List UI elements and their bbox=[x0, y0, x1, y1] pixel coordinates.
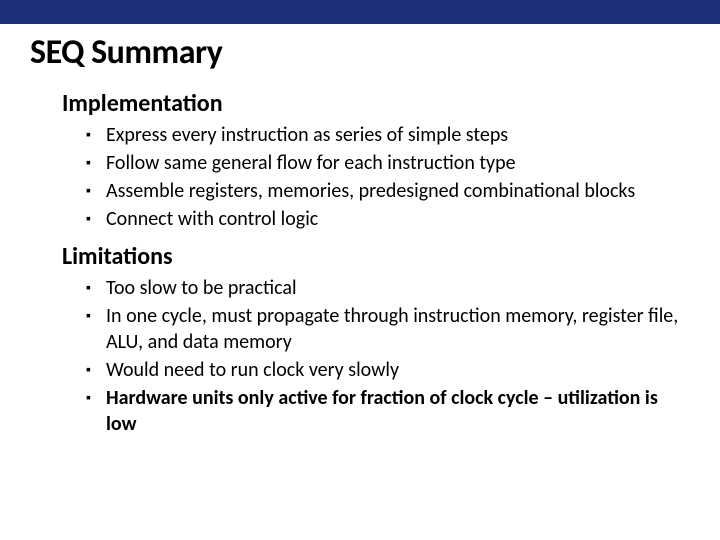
list-item: ▪ Hardware units only active for fractio… bbox=[86, 385, 690, 437]
list-item-text: Would need to run clock very slowly bbox=[106, 357, 399, 383]
header-bar bbox=[0, 0, 720, 24]
section-limitations: 𧨹 Limitations ▪ Too slow to be practical… bbox=[30, 242, 690, 437]
square-bullet-icon: ▪ bbox=[86, 178, 106, 204]
list-item: ▪ Too slow to be practical bbox=[86, 275, 690, 301]
square-bullet-icon: ▪ bbox=[86, 206, 106, 232]
square-bullet-icon: ▪ bbox=[86, 357, 106, 383]
list-item: ▪ Follow same general flow for each inst… bbox=[86, 150, 690, 176]
square-bullet-icon: ▪ bbox=[86, 122, 106, 148]
square-bullet-icon: ▪ bbox=[86, 303, 106, 329]
slide-body: SEQ Summary 𧨹 Implementation ▪ Express e… bbox=[0, 32, 720, 437]
slide-title: SEQ Summary bbox=[30, 32, 690, 73]
list-item: ▪ Express every instruction as series of… bbox=[86, 122, 690, 148]
list-item: ▪ Assemble registers, memories, predesig… bbox=[86, 178, 690, 204]
section-heading: Limitations bbox=[62, 242, 173, 271]
sub-list: ▪ Express every instruction as series of… bbox=[86, 122, 690, 232]
list-item-text: Too slow to be practical bbox=[106, 275, 297, 301]
list-item: ▪ Would need to run clock very slowly bbox=[86, 357, 690, 383]
section-implementation: 𧨹 Implementation ▪ Express every instruc… bbox=[30, 89, 690, 232]
outline-circle-icon: 𧨹 bbox=[30, 246, 62, 270]
section-heading-row: 𧨹 Implementation bbox=[30, 89, 690, 118]
section-heading-row: 𧨹 Limitations bbox=[30, 242, 690, 271]
section-heading: Implementation bbox=[62, 89, 223, 118]
list-item-text: Follow same general flow for each instru… bbox=[106, 150, 516, 176]
list-item-text: Connect with control logic bbox=[106, 206, 318, 232]
outline-circle-icon: 𧨹 bbox=[30, 93, 62, 117]
list-item-text: Hardware units only active for fraction … bbox=[106, 385, 690, 437]
list-item: ▪ Connect with control logic bbox=[86, 206, 690, 232]
square-bullet-icon: ▪ bbox=[86, 275, 106, 301]
square-bullet-icon: ▪ bbox=[86, 385, 106, 411]
list-item-text: Express every instruction as series of s… bbox=[106, 122, 508, 148]
list-item-text: In one cycle, must propagate through ins… bbox=[106, 303, 690, 355]
square-bullet-icon: ▪ bbox=[86, 150, 106, 176]
list-item: ▪ In one cycle, must propagate through i… bbox=[86, 303, 690, 355]
list-item-text: Assemble registers, memories, predesigne… bbox=[106, 178, 635, 204]
sub-list: ▪ Too slow to be practical ▪ In one cycl… bbox=[86, 275, 690, 437]
